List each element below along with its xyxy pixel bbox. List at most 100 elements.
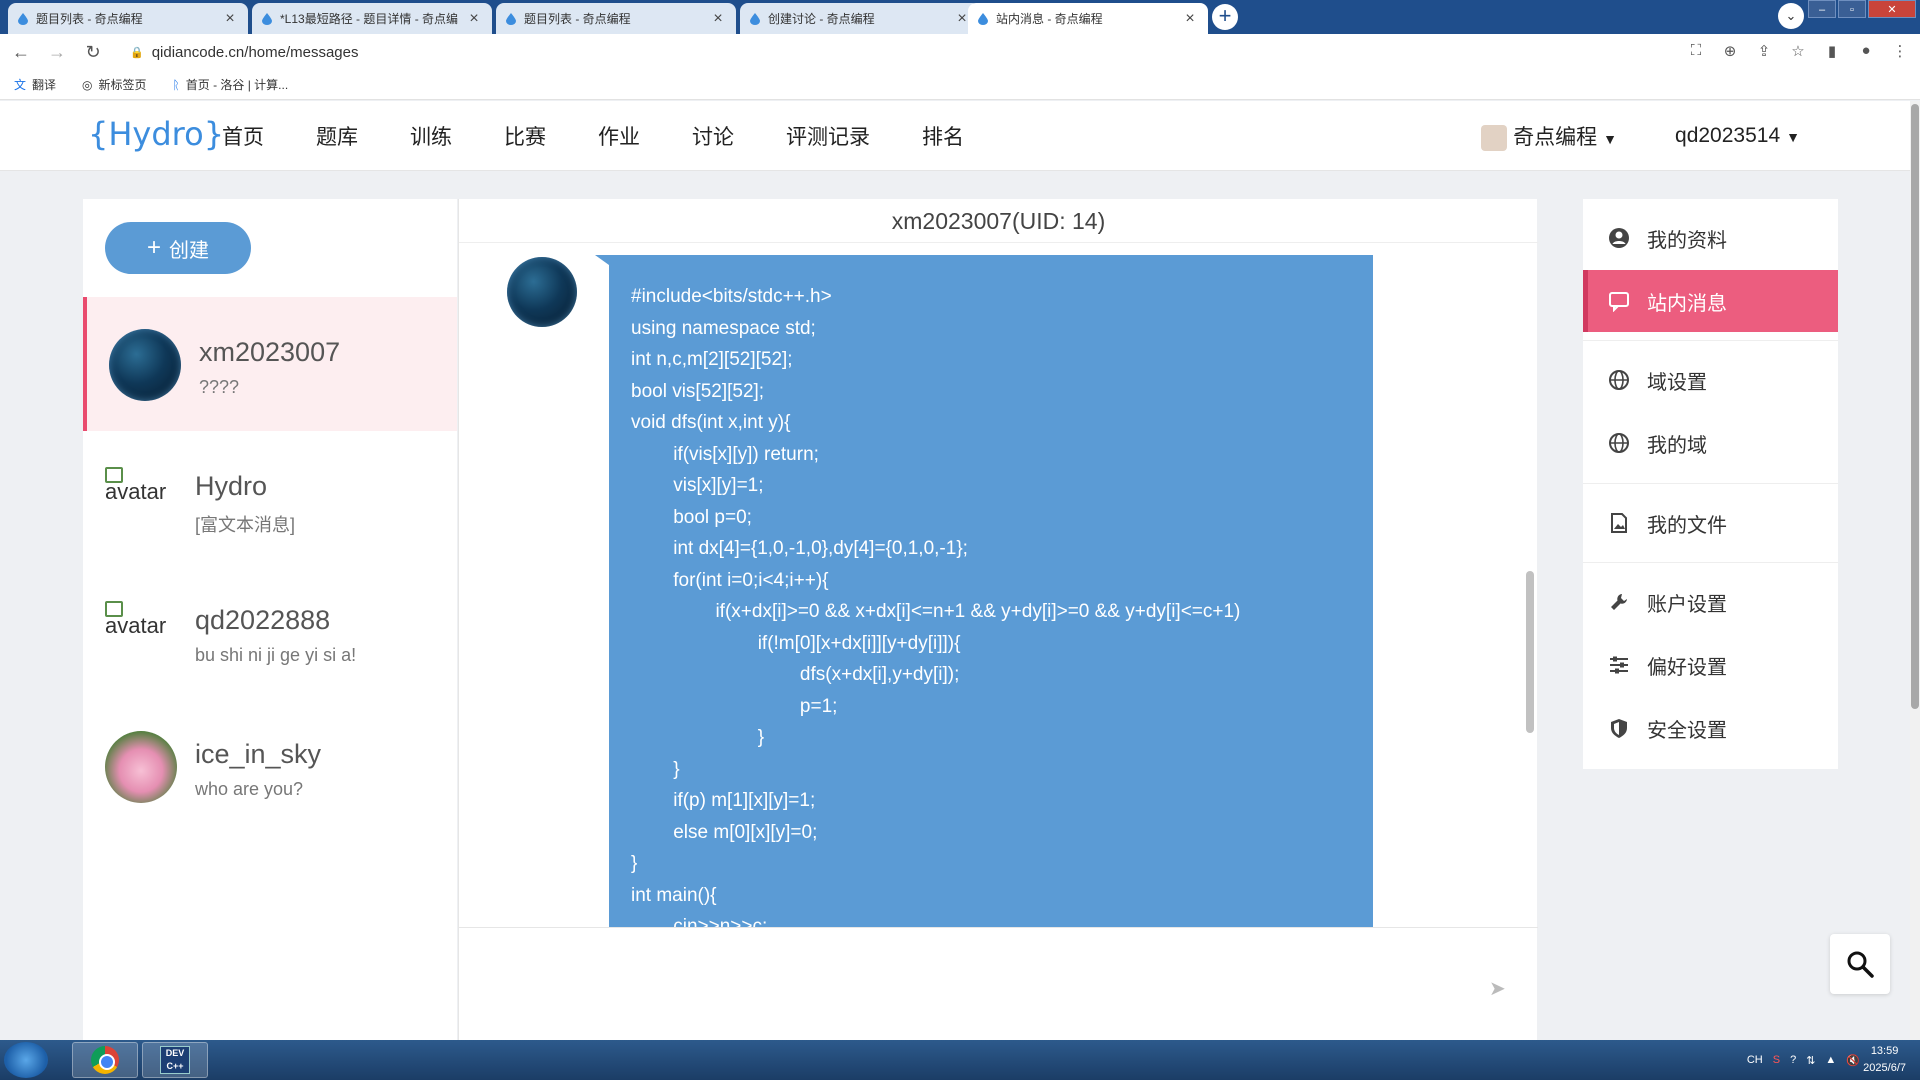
share-icon[interactable]: ⇪ — [1754, 42, 1774, 60]
profile-icon[interactable]: ● — [1856, 42, 1876, 60]
back-icon[interactable]: ← — [6, 42, 36, 63]
bookmark-star-icon[interactable]: ☆ — [1788, 42, 1808, 60]
search-icon — [1847, 951, 1874, 978]
conversation-name: qd2022888 — [195, 605, 331, 635]
bubble-tip — [595, 255, 609, 265]
forward-icon[interactable]: → — [42, 42, 72, 63]
user-sidebar: 我的资料 站内消息 域设置 我的域 我的文件 账户设置 偏好设置 安全设置 — [1583, 199, 1838, 769]
sidebar-item-label: 我的文件 — [1647, 514, 1727, 537]
user-menu[interactable]: qd2023514 ▼ — [1675, 124, 1800, 148]
nav-home[interactable]: 首页 — [222, 121, 264, 151]
conversation-item[interactable]: xm2023007 ???? — [83, 297, 457, 431]
close-icon[interactable]: × — [466, 10, 482, 28]
hydro-logo[interactable]: {Hydro} — [88, 115, 224, 153]
divider — [1583, 562, 1838, 563]
conversation-name: Hydro — [195, 471, 268, 501]
minimize-icon[interactable]: – — [1808, 0, 1836, 18]
translate-icon[interactable]: ⛶ — [1686, 42, 1706, 60]
broken-avatar: avatar — [105, 601, 166, 639]
nav-homework[interactable]: 作业 — [598, 121, 640, 151]
tab-title: *L13最短路径 - 题目详情 - 奇点编程 — [280, 12, 458, 26]
sidebar-item-account-settings[interactable]: 账户设置 — [1583, 571, 1838, 633]
sidebar-item-label: 账户设置 — [1647, 593, 1727, 616]
tray-expand-icon[interactable]: ▲ — [1825, 1054, 1836, 1066]
nav-ranking[interactable]: 排名 — [922, 121, 964, 151]
sidebar-item-my-domains[interactable]: 我的域 — [1583, 412, 1838, 474]
bookmark-item[interactable]: 文 翻译 — [14, 76, 56, 93]
browser-tab[interactable]: 创建讨论 - 奇点编程 × — [740, 3, 980, 34]
divider — [1583, 340, 1838, 341]
tab-title: 站内消息 - 奇点编程 — [996, 12, 1103, 26]
chat-scrollbar-thumb[interactable] — [1526, 571, 1534, 733]
wrench-icon — [1607, 590, 1631, 614]
tab-title: 题目列表 - 奇点编程 — [36, 12, 143, 26]
volume-icon[interactable]: 🔇 — [1846, 1054, 1860, 1067]
sidebar-item-security[interactable]: 安全设置 — [1583, 697, 1838, 759]
window-close-icon[interactable]: ✕ — [1868, 0, 1916, 18]
conversation-item[interactable]: ice_in_sky who are you? — [83, 699, 457, 833]
conversation-item[interactable]: avatar qd2022888 bu shi ni ji ge yi si a… — [83, 565, 457, 699]
hydro-drop-icon — [750, 12, 760, 25]
nav-discussion[interactable]: 讨论 — [692, 121, 734, 151]
lock-icon[interactable]: 🔒 — [130, 46, 144, 59]
close-icon[interactable]: × — [710, 10, 726, 28]
compose-area: ➤ — [459, 927, 1538, 1041]
help-icon[interactable]: ? — [1790, 1054, 1796, 1066]
maximize-icon[interactable]: ▫ — [1838, 0, 1866, 18]
create-label: 创建 — [169, 239, 209, 262]
zoom-icon[interactable]: ⊕ — [1720, 42, 1740, 60]
search-button[interactable] — [1830, 934, 1890, 994]
sidebar-item-label: 我的域 — [1647, 434, 1707, 457]
taskbar-devcpp[interactable]: DEV C++ — [142, 1042, 208, 1078]
close-icon[interactable]: × — [1182, 10, 1198, 28]
conversation-item[interactable]: avatar Hydro [富文本消息] — [83, 431, 457, 565]
send-icon[interactable]: ➤ — [1489, 976, 1506, 1001]
new-tab-button[interactable]: + — [1212, 4, 1238, 30]
language-indicator[interactable]: CH — [1747, 1054, 1763, 1066]
divider — [1583, 483, 1838, 484]
sidebar-item-domain-settings[interactable]: 域设置 — [1583, 349, 1838, 411]
conversation-preview: [富文本消息] — [195, 515, 296, 535]
browser-tab[interactable]: 题目列表 - 奇点编程 × — [496, 3, 736, 34]
url-field[interactable]: qidiancode.cn/home/messages — [152, 44, 359, 61]
domain-name: 奇点编程 — [1513, 125, 1598, 149]
clock-time: 13:59 — [1870, 1045, 1899, 1057]
sidebar-item-my-files[interactable]: 我的文件 — [1583, 492, 1838, 554]
sidebar-item-messages[interactable]: 站内消息 — [1583, 270, 1838, 332]
nav-training[interactable]: 训练 — [410, 121, 452, 151]
globe-icon: ◎ — [82, 77, 93, 92]
reload-icon[interactable]: ↻ — [78, 42, 108, 63]
tab-title: 题目列表 - 奇点编程 — [524, 12, 631, 26]
username: qd2023514 — [1675, 124, 1781, 147]
globe-icon — [1607, 368, 1631, 392]
chat-history[interactable]: #include<bits/stdc++.h> using namespace … — [459, 243, 1538, 927]
nav-records[interactable]: 评测记录 — [786, 121, 870, 151]
hydro-drop-icon — [262, 12, 272, 25]
menu-icon[interactable]: ⋮ — [1890, 42, 1910, 60]
network-icon[interactable]: ⇅ — [1806, 1054, 1815, 1067]
browser-tab[interactable]: *L13最短路径 - 题目详情 - 奇点编程 × — [252, 3, 492, 34]
create-message-button[interactable]: + 创建 — [105, 222, 251, 274]
browser-tab[interactable]: 题目列表 - 奇点编程 × — [8, 3, 248, 34]
system-tray: CH S ? ⇅ ▲ 🔇 — [1747, 1040, 1860, 1080]
page-scrollbar-thumb[interactable] — [1911, 104, 1919, 709]
bookmark-item[interactable]: ᚱ 首页 - 洛谷 | 计算... — [173, 76, 289, 93]
message-input[interactable] — [459, 928, 1489, 1041]
nav-problems[interactable]: 题库 — [316, 121, 358, 151]
close-icon[interactable]: × — [222, 10, 238, 28]
sidebar-item-profile[interactable]: 我的资料 — [1583, 207, 1838, 269]
domain-switcher[interactable]: 奇点编程 ▼ — [1481, 121, 1617, 152]
nav-contest[interactable]: 比赛 — [504, 121, 546, 151]
message-bubble[interactable]: #include<bits/stdc++.h> using namespace … — [609, 255, 1373, 927]
start-button-icon[interactable] — [4, 1042, 48, 1078]
taskbar-chrome[interactable] — [72, 1042, 138, 1078]
browser-tab-active[interactable]: 站内消息 - 奇点编程 × — [968, 3, 1208, 34]
sidepanel-icon[interactable]: ▮ — [1822, 42, 1842, 60]
clock[interactable]: 13:59 2025/6/7 — [1863, 1043, 1906, 1077]
tab-search-icon[interactable]: ⌄ — [1778, 3, 1804, 29]
luogu-icon: ᚱ — [172, 77, 180, 92]
ime-icon[interactable]: S — [1773, 1054, 1780, 1066]
sidebar-item-preferences[interactable]: 偏好设置 — [1583, 634, 1838, 696]
bookmark-item[interactable]: ◎ 新标签页 — [82, 76, 147, 93]
broken-avatar: avatar — [105, 467, 166, 505]
